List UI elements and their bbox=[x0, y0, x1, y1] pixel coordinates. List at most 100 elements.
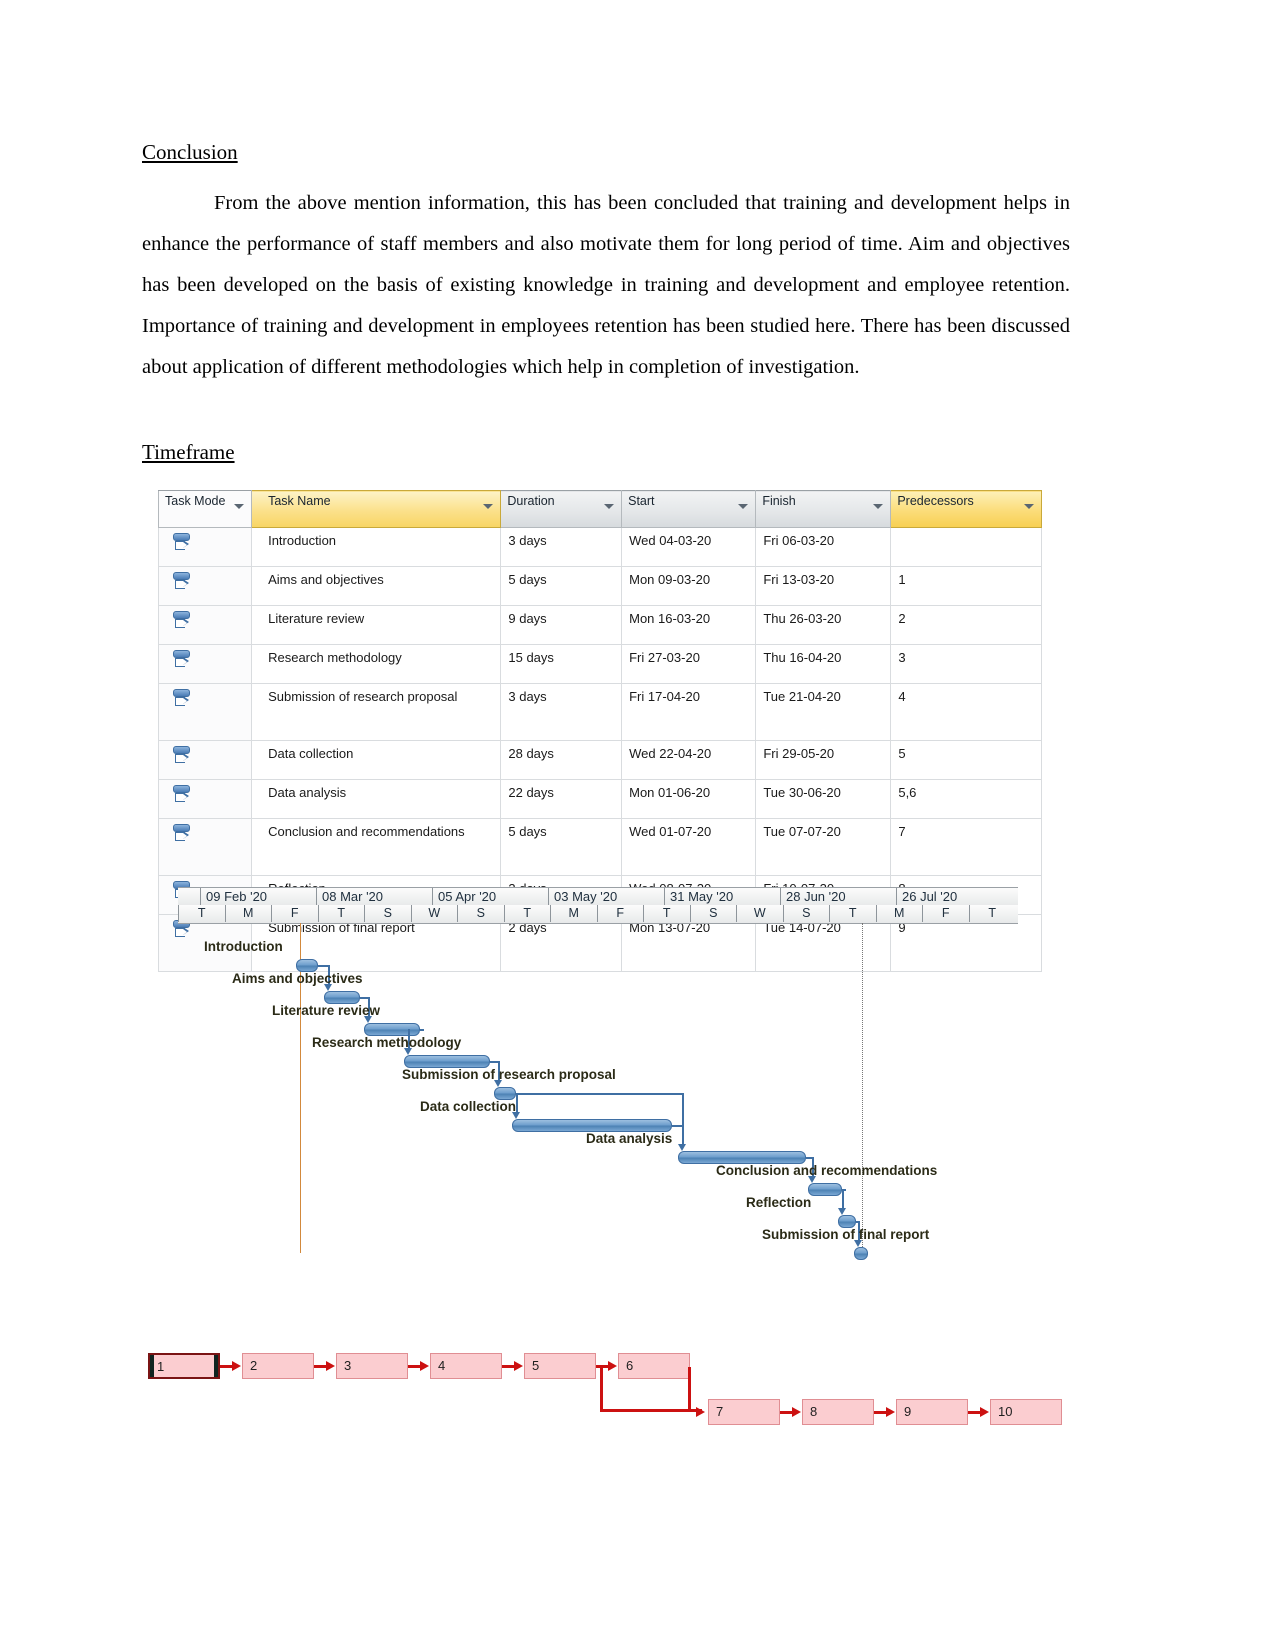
manually-scheduled-icon[interactable] bbox=[172, 532, 194, 552]
network-node-10[interactable]: 10 bbox=[990, 1399, 1062, 1425]
manually-scheduled-icon[interactable] bbox=[172, 571, 194, 591]
manually-scheduled-icon[interactable] bbox=[172, 649, 194, 669]
cell-duration[interactable]: 3 days bbox=[500, 527, 623, 567]
gantt-bar[interactable] bbox=[854, 1247, 868, 1260]
cell-start[interactable]: Mon 01-06-20 bbox=[621, 779, 757, 819]
cell-predecessors[interactable]: 7 bbox=[890, 818, 1042, 876]
cell-predecessors-text: 3 bbox=[898, 650, 906, 665]
cell-finish[interactable]: Fri 06-03-20 bbox=[755, 527, 892, 567]
cell-duration[interactable]: 28 days bbox=[500, 740, 623, 780]
cell-task-name[interactable]: Aims and objectives bbox=[251, 566, 502, 606]
manually-scheduled-icon[interactable] bbox=[172, 688, 194, 708]
cell-task-mode[interactable] bbox=[157, 740, 253, 780]
network-node-4[interactable]: 4 bbox=[430, 1353, 502, 1379]
chevron-down-icon[interactable] bbox=[483, 504, 494, 509]
cell-finish[interactable]: Thu 16-04-20 bbox=[755, 644, 892, 684]
cell-task-mode[interactable] bbox=[157, 644, 253, 684]
network-node-7[interactable]: 7 bbox=[708, 1399, 780, 1425]
cell-duration[interactable]: 3 days bbox=[500, 683, 623, 741]
network-node-9[interactable]: 9 bbox=[896, 1399, 968, 1425]
table-row[interactable]: Literature review 9 days Mon 16-03-20 Thu 2… bbox=[157, 605, 1042, 645]
cell-task-mode[interactable] bbox=[157, 818, 253, 876]
cell-predecessors[interactable]: 5,6 bbox=[890, 779, 1042, 819]
gantt-month-label: 09 Feb '20 bbox=[206, 889, 268, 904]
chevron-down-icon[interactable] bbox=[604, 504, 615, 509]
cell-finish[interactable]: Thu 26-03-20 bbox=[755, 605, 892, 645]
cell-predecessors[interactable]: 3 bbox=[890, 644, 1042, 684]
network-node-6[interactable]: 6 bbox=[618, 1353, 690, 1379]
table-row[interactable]: Submission of research proposal 3 days Fri… bbox=[157, 683, 1042, 741]
cell-start[interactable]: Mon 16-03-20 bbox=[621, 605, 757, 645]
cell-start[interactable]: Fri 17-04-20 bbox=[621, 683, 757, 741]
cell-duration[interactable]: 9 days bbox=[500, 605, 623, 645]
cell-start[interactable]: Wed 01-07-20 bbox=[621, 818, 757, 876]
cell-finish[interactable]: Fri 13-03-20 bbox=[755, 566, 892, 606]
gantt-month-cell: 09 Feb '20 bbox=[200, 888, 316, 905]
table-row[interactable]: Data analysis 22 days Mon 01-06-20 Tue 30-0… bbox=[157, 779, 1042, 819]
cell-task-name[interactable]: Introduction bbox=[251, 527, 502, 567]
cell-task-mode[interactable] bbox=[157, 527, 253, 567]
column-header-task-mode[interactable]: Task Mode bbox=[157, 490, 253, 528]
manually-scheduled-icon[interactable] bbox=[172, 610, 194, 630]
network-node-10-label: 10 bbox=[998, 1404, 1013, 1419]
column-header-predecessors[interactable]: Predecessors bbox=[890, 490, 1042, 528]
cell-task-name[interactable]: Literature review bbox=[251, 605, 502, 645]
cell-finish[interactable]: Fri 29-05-20 bbox=[755, 740, 892, 780]
network-node-3[interactable]: 3 bbox=[336, 1353, 408, 1379]
network-node-2[interactable]: 2 bbox=[242, 1353, 314, 1379]
gantt-day-label: S bbox=[709, 906, 718, 920]
cell-task-mode[interactable] bbox=[157, 605, 253, 645]
gantt-day-cell: T bbox=[503, 905, 551, 922]
cell-finish[interactable]: Tue 30-06-20 bbox=[755, 779, 892, 819]
cell-duration[interactable]: 5 days bbox=[500, 818, 623, 876]
gantt-bar-label: Literature review bbox=[272, 1003, 380, 1018]
gantt-bar[interactable] bbox=[808, 1183, 842, 1196]
manually-scheduled-icon[interactable] bbox=[172, 784, 194, 804]
cell-duration[interactable]: 5 days bbox=[500, 566, 623, 606]
column-header-finish[interactable]: Finish bbox=[755, 490, 892, 528]
cell-task-name[interactable]: Conclusion and recommendations bbox=[251, 818, 502, 876]
cell-task-mode[interactable] bbox=[157, 566, 253, 606]
column-header-duration[interactable]: Duration bbox=[500, 490, 623, 528]
gantt-day-label: S bbox=[383, 906, 392, 920]
table-row[interactable]: Data collection 28 days Wed 22-04-20 Fri 29… bbox=[157, 740, 1042, 780]
manually-scheduled-icon[interactable] bbox=[172, 823, 194, 843]
chevron-down-icon[interactable] bbox=[234, 504, 245, 509]
cell-task-name[interactable]: Data analysis bbox=[251, 779, 502, 819]
table-row[interactable]: Introduction 3 days Wed 04-03-20 Fri 06-03-… bbox=[157, 527, 1042, 567]
cell-predecessors[interactable]: 2 bbox=[890, 605, 1042, 645]
cell-predecessors[interactable]: 4 bbox=[890, 683, 1042, 741]
document-body: Conclusion From the above mention inform… bbox=[142, 140, 1070, 388]
cell-duration[interactable]: 22 days bbox=[500, 779, 623, 819]
network-node-5[interactable]: 5 bbox=[524, 1353, 596, 1379]
cell-predecessors[interactable] bbox=[890, 527, 1042, 567]
gantt-day-cell: M bbox=[550, 905, 597, 922]
cell-task-name[interactable]: Data collection bbox=[251, 740, 502, 780]
chevron-down-icon[interactable] bbox=[738, 504, 749, 509]
cell-predecessors[interactable]: 1 bbox=[890, 566, 1042, 606]
network-node-8[interactable]: 8 bbox=[802, 1399, 874, 1425]
cell-start[interactable]: Wed 04-03-20 bbox=[621, 527, 757, 567]
cell-finish[interactable]: Tue 07-07-20 bbox=[755, 818, 892, 876]
table-row[interactable]: Aims and objectives 5 days Mon 09-03-20 Fri… bbox=[157, 566, 1042, 606]
column-header-start[interactable]: Start bbox=[621, 490, 757, 528]
cell-finish[interactable]: Tue 21-04-20 bbox=[755, 683, 892, 741]
cell-duration[interactable]: 15 days bbox=[500, 644, 623, 684]
table-row[interactable]: Conclusion and recommendations 5 days Wed … bbox=[157, 818, 1042, 876]
chevron-down-icon[interactable] bbox=[873, 504, 884, 509]
cell-duration-text: 22 days bbox=[508, 785, 554, 800]
network-node-1[interactable]: 1 bbox=[148, 1353, 220, 1379]
manually-scheduled-icon[interactable] bbox=[172, 745, 194, 765]
cell-start[interactable]: Mon 09-03-20 bbox=[621, 566, 757, 606]
cell-start[interactable]: Fri 27-03-20 bbox=[621, 644, 757, 684]
cell-task-mode[interactable] bbox=[157, 779, 253, 819]
cell-task-mode[interactable] bbox=[157, 683, 253, 741]
network-edge-arrow-1-2 bbox=[232, 1361, 241, 1371]
cell-start[interactable]: Wed 22-04-20 bbox=[621, 740, 757, 780]
cell-task-name[interactable]: Submission of research proposal bbox=[251, 683, 502, 741]
chevron-down-icon[interactable] bbox=[1024, 504, 1034, 509]
column-header-task-name[interactable]: Task Name bbox=[251, 490, 502, 528]
cell-predecessors[interactable]: 5 bbox=[890, 740, 1042, 780]
table-row[interactable]: Research methodology 15 days Fri 27-03-20 T… bbox=[157, 644, 1042, 684]
cell-task-name[interactable]: Research methodology bbox=[251, 644, 502, 684]
